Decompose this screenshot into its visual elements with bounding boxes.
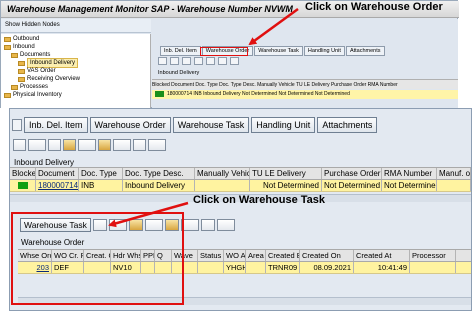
- grid-toolbar: [10, 138, 166, 152]
- folder-icon: [18, 68, 25, 74]
- manually-vehicle-cell: [195, 180, 250, 191]
- col-area[interactable]: Area: [246, 250, 266, 261]
- tree-node-outbound[interactable]: Outbound: [4, 35, 39, 43]
- tu-le-cell: Not Determined: [250, 180, 322, 191]
- col-tu-le-delivery[interactable]: TU LE Delivery: [250, 168, 322, 179]
- mini-section-title: Inbound Delivery: [158, 70, 200, 76]
- tab-warehouse-task[interactable]: Warehouse Task: [172, 117, 250, 133]
- created-on-cell: 08.09.2021: [300, 262, 354, 273]
- status-led-icon: [155, 90, 164, 97]
- processor-cell: [410, 262, 456, 273]
- warehouse-order-highlight: [200, 47, 248, 56]
- tree-node-inbound[interactable]: Inbound: [4, 43, 35, 51]
- tab-inb-del-item[interactable]: Inb. Del. Item: [24, 117, 88, 133]
- rma-number-cell: Not Determined: [384, 180, 437, 191]
- tool-icon[interactable]: [218, 57, 227, 65]
- folder-icon: [18, 60, 25, 66]
- status-led-icon: [17, 182, 28, 190]
- sort-ascending-icon[interactable]: [28, 139, 46, 151]
- tree-node-receiving-overview[interactable]: Receiving Overview: [18, 75, 80, 83]
- print-icon[interactable]: [98, 139, 111, 151]
- folder-icon: [4, 36, 11, 42]
- manuf-cell: [437, 180, 471, 191]
- wo-act-cell: YHGH: [226, 262, 246, 273]
- mini-tab-inb-del-item[interactable]: Inb. Del. Item: [160, 46, 201, 56]
- col-created-at[interactable]: Created At: [354, 250, 410, 261]
- layout-icon[interactable]: [200, 219, 215, 231]
- tab-warehouse-order[interactable]: Warehouse Order: [89, 117, 171, 133]
- col-document[interactable]: Document: [36, 168, 79, 179]
- doc-type-cell: INB: [79, 180, 123, 191]
- mini-tab-bar: Inb. Del. Item Warehouse Order Warehouse…: [160, 46, 385, 56]
- mini-tab-warehouse-task[interactable]: Warehouse Task: [254, 46, 303, 56]
- col-doc-type[interactable]: Doc. Type: [79, 168, 123, 179]
- mini-grid-header: Blocked Document Doc. Type Doc. Type Des…: [152, 79, 458, 89]
- tool-icon[interactable]: [206, 57, 215, 65]
- warehouse-task-highlight-box: [11, 212, 184, 305]
- refresh-icon[interactable]: [148, 139, 166, 151]
- folder-icon: [11, 52, 18, 58]
- col-purchase-order[interactable]: Purchase Order: [322, 168, 382, 179]
- callout-warehouse-task: Click on Warehouse Task: [193, 194, 326, 206]
- doc-type-desc-cell: Inbound Delivery: [123, 180, 195, 191]
- folder-icon: [18, 76, 25, 82]
- created-at-cell: 10:41:49: [354, 262, 410, 273]
- status-cell: [198, 262, 224, 273]
- tool-icon[interactable]: [194, 57, 203, 65]
- section-title-inbound-delivery: Inbound Delivery: [14, 158, 75, 167]
- mini-tab-attachments[interactable]: Attachments: [345, 46, 385, 56]
- mini-detail-pane: Inb. Del. Item Warehouse Order Warehouse…: [152, 19, 458, 108]
- refresh-icon[interactable]: [216, 219, 235, 231]
- tool-icon[interactable]: [182, 57, 191, 65]
- tab-handling-unit[interactable]: Handling Unit: [251, 117, 316, 133]
- tool-icon[interactable]: [230, 57, 239, 65]
- grid-header: Blocked Document Doc. Type Doc. Type Des…: [10, 167, 471, 180]
- blocked-cell: [10, 180, 36, 191]
- col-manually-vehicle[interactable]: Manually Vehicle: [195, 168, 250, 179]
- tree-node-inbound-delivery[interactable]: Inbound Delivery: [18, 58, 79, 68]
- tree-node-vas-order[interactable]: VAS Order: [18, 67, 56, 75]
- purchase-order-cell: Not Determined: [324, 180, 382, 191]
- export-icon[interactable]: [113, 139, 131, 151]
- col-manuf-or[interactable]: Manuf. or: [437, 168, 471, 179]
- filter-icon[interactable]: [63, 139, 76, 151]
- col-wo-act[interactable]: WO Act: [224, 250, 246, 261]
- col-created-on[interactable]: Created On: [300, 250, 354, 261]
- col-doc-type-desc[interactable]: Doc. Type Desc.: [123, 168, 195, 179]
- mini-toolbar: [158, 57, 358, 67]
- col-rma-number[interactable]: RMA Number: [382, 168, 437, 179]
- col-blocked[interactable]: Blocked: [10, 168, 36, 179]
- table-row[interactable]: 180000714 INB Inbound Delivery Not Deter…: [10, 180, 471, 192]
- callout-warehouse-order: Click on Warehouse Order: [305, 1, 443, 13]
- document-link[interactable]: 180000714: [36, 180, 79, 191]
- folder-icon: [4, 92, 11, 98]
- list-icon[interactable]: [12, 119, 22, 131]
- details-icon[interactable]: [13, 139, 26, 151]
- tool-icon[interactable]: [170, 57, 179, 65]
- sort-descending-icon[interactable]: [48, 139, 61, 151]
- inbound-delivery-grid: Blocked Document Doc. Type Doc. Type Des…: [10, 167, 471, 193]
- mini-grid-row[interactable]: 180000714 INB Inbound Delivery Not Deter…: [152, 90, 458, 99]
- layout-icon[interactable]: [133, 139, 146, 151]
- col-status[interactable]: Status: [198, 250, 224, 261]
- sum-icon[interactable]: [78, 139, 96, 151]
- tab-button-bar: Inb. Del. Item Warehouse Order Warehouse…: [10, 115, 471, 135]
- folder-icon: [11, 84, 18, 90]
- folder-icon: [4, 44, 11, 50]
- area-cell: [246, 262, 266, 273]
- tree-node-physical-inventory[interactable]: Physical Inventory: [4, 91, 62, 99]
- tool-icon[interactable]: [158, 57, 167, 65]
- tab-attachments[interactable]: Attachments: [317, 117, 378, 133]
- col-created-by[interactable]: Created By: [266, 250, 300, 261]
- tree-node-processes[interactable]: Processes: [11, 83, 48, 91]
- show-hidden-nodes-button[interactable]: Show Hidden Nodes: [1, 19, 151, 33]
- mini-tab-handling-unit[interactable]: Handling Unit: [303, 46, 345, 56]
- created-by-cell: TRNR09: [266, 262, 300, 273]
- col-processor[interactable]: Processor: [410, 250, 456, 261]
- navigation-tree: Outbound Inbound Documents Inbound Deliv…: [1, 34, 151, 108]
